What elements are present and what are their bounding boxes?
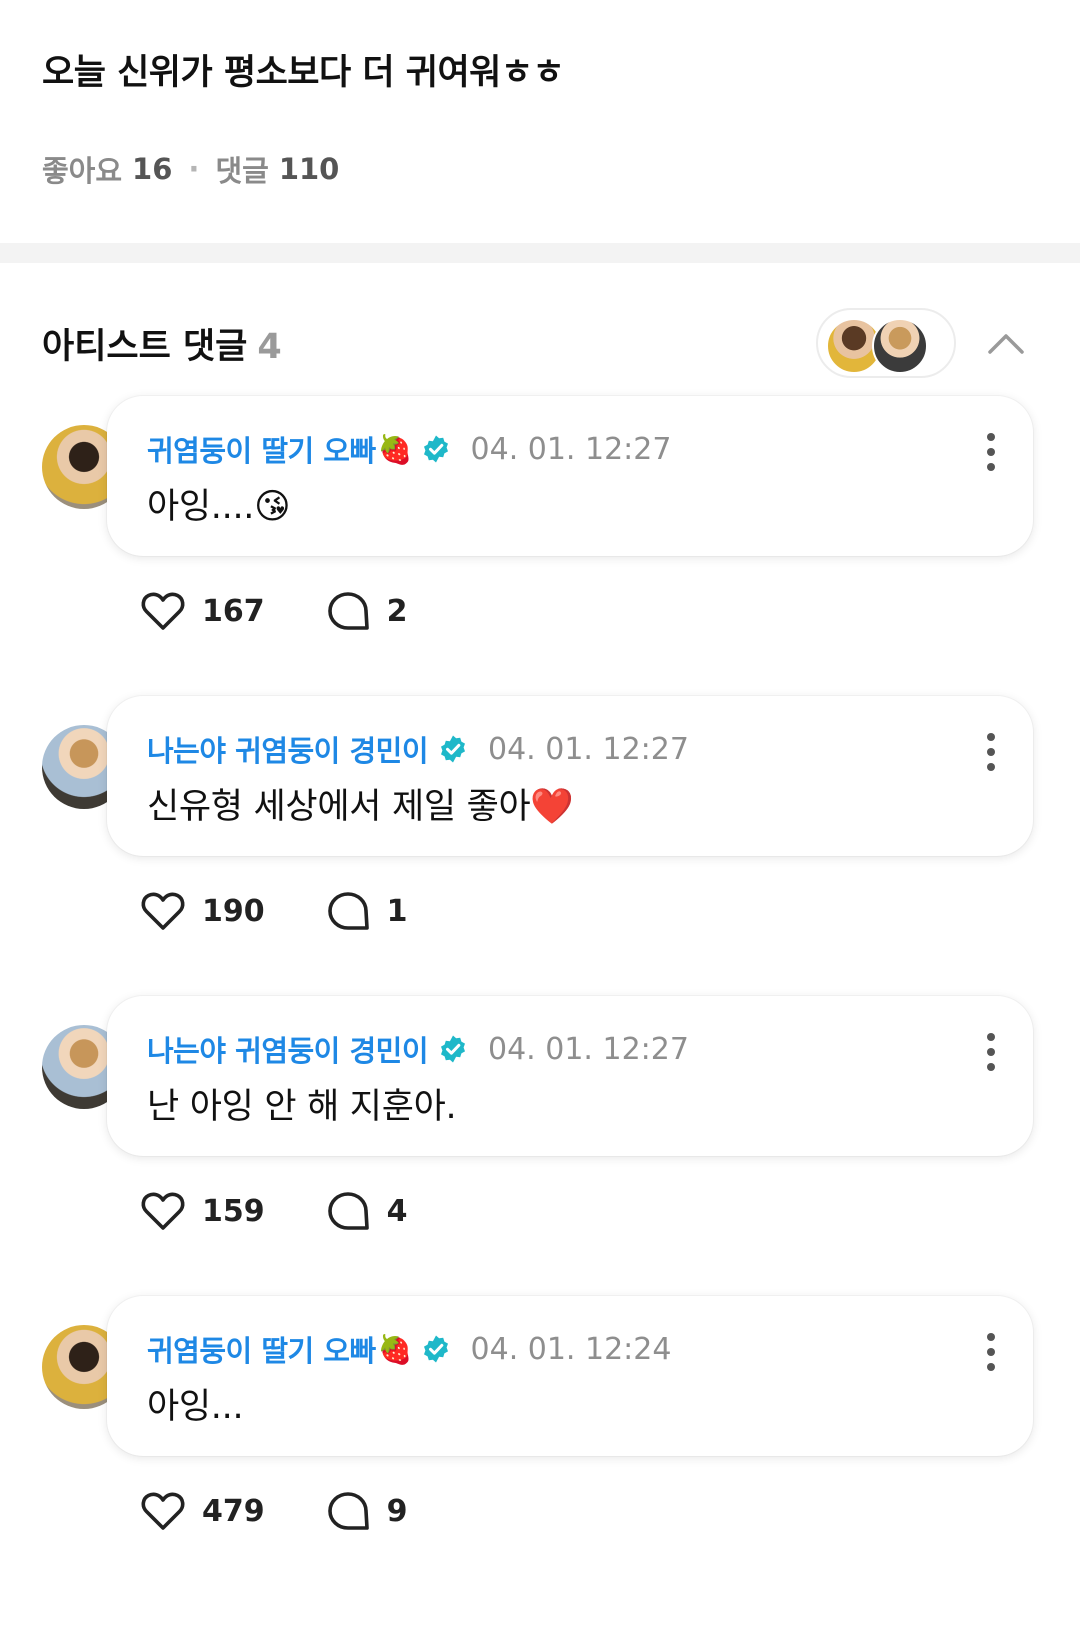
verified-badge-icon bbox=[423, 1335, 448, 1363]
reply-count: 4 bbox=[386, 1193, 408, 1229]
more-vertical-icon[interactable] bbox=[985, 1332, 997, 1372]
comment-header: 나는야 귀염둥이 경민이 04. 01. 12:27 bbox=[147, 1028, 689, 1070]
like-button[interactable]: 167 bbox=[138, 586, 265, 636]
comment-header: 나는야 귀염둥이 경민이 04. 01. 12:27 bbox=[147, 728, 689, 770]
comment-bubble[interactable]: 나는야 귀염둥이 경민이 04. 01. 12:27 난 아잉 안 해 지훈아. bbox=[107, 996, 1033, 1156]
comment-bubble[interactable]: 나는야 귀염둥이 경민이 04. 01. 12:27 신유형 세상에서 제일 좋… bbox=[107, 696, 1033, 856]
artist-comments-header: 아티스트 댓글 4 bbox=[42, 318, 282, 369]
verified-badge-icon bbox=[423, 435, 448, 463]
comment-timestamp: 04. 01. 12:27 bbox=[488, 731, 689, 767]
heart-icon bbox=[141, 1492, 185, 1530]
comment-actions: 167 2 bbox=[138, 586, 408, 636]
comment-bubble[interactable]: 귀염둥이 딸기 오빠 🍓 04. 01. 12:27 아잉....😘 bbox=[107, 396, 1033, 556]
comments-label[interactable]: 댓글 bbox=[215, 148, 268, 190]
comment-text: 신유형 세상에서 제일 좋아❤️ bbox=[147, 787, 574, 827]
reply-count: 9 bbox=[386, 1493, 408, 1529]
artist-comment: 나는야 귀염둥이 경민이 04. 01. 12:27 난 아잉 안 해 지훈아.… bbox=[0, 996, 1080, 1309]
author-emoji: 🍓 bbox=[377, 432, 413, 466]
speech-bubble-icon bbox=[327, 892, 369, 930]
reply-button[interactable]: 2 bbox=[323, 586, 408, 636]
heart-icon bbox=[141, 592, 185, 630]
verified-badge-icon bbox=[441, 1035, 465, 1063]
comment-author[interactable]: 귀염둥이 딸기 오빠 bbox=[147, 428, 376, 470]
comment-timestamp: 04. 01. 12:24 bbox=[470, 1331, 672, 1367]
post-title: 오늘 신위가 평소보다 더 귀여워ㅎㅎ bbox=[42, 53, 565, 93]
comment-author[interactable]: 나는야 귀염둥이 경민이 bbox=[147, 1028, 429, 1070]
like-count: 167 bbox=[202, 593, 265, 629]
speech-bubble-icon bbox=[327, 592, 369, 630]
more-vertical-icon[interactable] bbox=[985, 432, 997, 472]
comment-timestamp: 04. 01. 12:27 bbox=[488, 1031, 689, 1067]
comment-header: 귀염둥이 딸기 오빠 🍓 04. 01. 12:27 bbox=[147, 428, 671, 470]
comment-timestamp: 04. 01. 12:27 bbox=[470, 431, 672, 467]
chevron-up-icon[interactable] bbox=[984, 322, 1028, 366]
section-divider bbox=[0, 243, 1080, 263]
artist-comments-count: 4 bbox=[257, 327, 282, 367]
comment-actions: 190 1 bbox=[138, 886, 408, 936]
stats-separator: · bbox=[188, 152, 200, 186]
more-vertical-icon[interactable] bbox=[985, 732, 997, 772]
comment-actions: 159 4 bbox=[138, 1186, 408, 1236]
heart-icon bbox=[141, 1192, 185, 1230]
comment-bubble[interactable]: 귀염둥이 딸기 오빠 🍓 04. 01. 12:24 아잉... bbox=[107, 1296, 1033, 1456]
like-count: 479 bbox=[202, 1493, 265, 1529]
artist-avatars-pill[interactable] bbox=[816, 308, 956, 378]
artist-avatar-2 bbox=[872, 318, 928, 374]
heart-icon bbox=[141, 892, 185, 930]
artist-comment: 나는야 귀염둥이 경민이 04. 01. 12:27 신유형 세상에서 제일 좋… bbox=[0, 696, 1080, 1009]
like-button[interactable]: 190 bbox=[138, 886, 265, 936]
reply-button[interactable]: 4 bbox=[323, 1186, 408, 1236]
author-emoji: 🍓 bbox=[377, 1332, 413, 1366]
like-count: 159 bbox=[202, 1193, 265, 1229]
more-vertical-icon[interactable] bbox=[985, 1032, 997, 1072]
like-button[interactable]: 159 bbox=[138, 1186, 265, 1236]
likes-label: 좋아요 bbox=[42, 154, 123, 188]
artist-comment: 귀염둥이 딸기 오빠 🍓 04. 01. 12:24 아잉... 479 9 bbox=[0, 1296, 1080, 1609]
speech-bubble-icon bbox=[327, 1492, 369, 1530]
post-stats: 좋아요 16 · 댓글 110 bbox=[42, 148, 339, 190]
comment-text: 난 아잉 안 해 지훈아. bbox=[147, 1087, 457, 1127]
comment-header: 귀염둥이 딸기 오빠 🍓 04. 01. 12:24 bbox=[147, 1328, 671, 1370]
reply-button[interactable]: 1 bbox=[323, 886, 408, 936]
reply-button[interactable]: 9 bbox=[323, 1486, 408, 1536]
comment-author[interactable]: 나는야 귀염둥이 경민이 bbox=[147, 728, 429, 770]
likes-count: 16 bbox=[132, 152, 173, 186]
verified-badge-icon bbox=[441, 735, 465, 763]
comment-text: 아잉....😘 bbox=[147, 487, 291, 527]
comment-actions: 479 9 bbox=[138, 1486, 408, 1536]
comment-text: 아잉... bbox=[147, 1387, 244, 1427]
like-button[interactable]: 479 bbox=[138, 1486, 265, 1536]
comment-author[interactable]: 귀염둥이 딸기 오빠 bbox=[147, 1328, 376, 1370]
artist-comments-title: 아티스트 댓글 bbox=[42, 327, 248, 367]
comments-count[interactable]: 110 bbox=[279, 152, 340, 186]
speech-bubble-icon bbox=[327, 1192, 369, 1230]
like-count: 190 bbox=[202, 893, 265, 929]
reply-count: 2 bbox=[386, 593, 408, 629]
artist-comment: 귀염둥이 딸기 오빠 🍓 04. 01. 12:27 아잉....😘 167 2 bbox=[0, 396, 1080, 709]
reply-count: 1 bbox=[386, 893, 408, 929]
